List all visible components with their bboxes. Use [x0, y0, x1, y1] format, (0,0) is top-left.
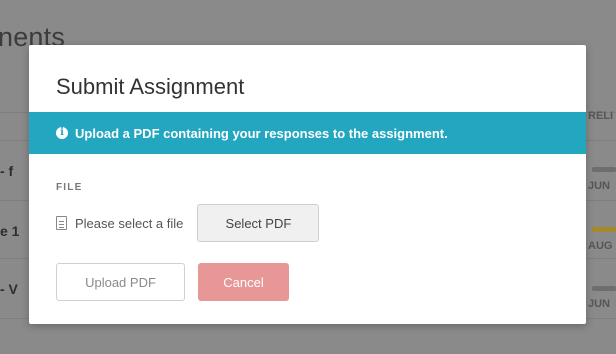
info-icon: i — [56, 127, 68, 139]
file-icon — [56, 216, 67, 230]
info-banner-text: Upload a PDF containing your responses t… — [75, 125, 448, 141]
modal-actions: Upload PDF Cancel — [56, 263, 289, 301]
select-pdf-button[interactable]: Select PDF — [197, 204, 320, 242]
background-row-label: - V — [0, 281, 18, 297]
info-banner: i Upload a PDF containing your responses… — [29, 112, 586, 154]
background-date-label: AUG — [588, 240, 613, 252]
background-progress-bar — [592, 227, 616, 232]
background-column-header: RELI — [588, 110, 614, 122]
background-row-label: e 1 — [0, 223, 20, 239]
file-section-label: FILE — [56, 182, 83, 193]
background-row-label: - f — [0, 163, 14, 179]
background-date-label: JUN — [588, 298, 611, 310]
background-progress-bar — [592, 167, 616, 172]
file-status-text: Please select a file — [75, 215, 184, 231]
background-progress-bar — [592, 286, 616, 291]
file-row: Please select a file Select PDF — [56, 204, 320, 242]
upload-pdf-button[interactable]: Upload PDF — [56, 263, 185, 301]
background-date-label: JUN — [588, 180, 611, 192]
modal-title: Submit Assignment — [56, 74, 245, 99]
submit-assignment-modal: Submit Assignment i Upload a PDF contain… — [29, 45, 586, 324]
cancel-button[interactable]: Cancel — [198, 263, 289, 301]
